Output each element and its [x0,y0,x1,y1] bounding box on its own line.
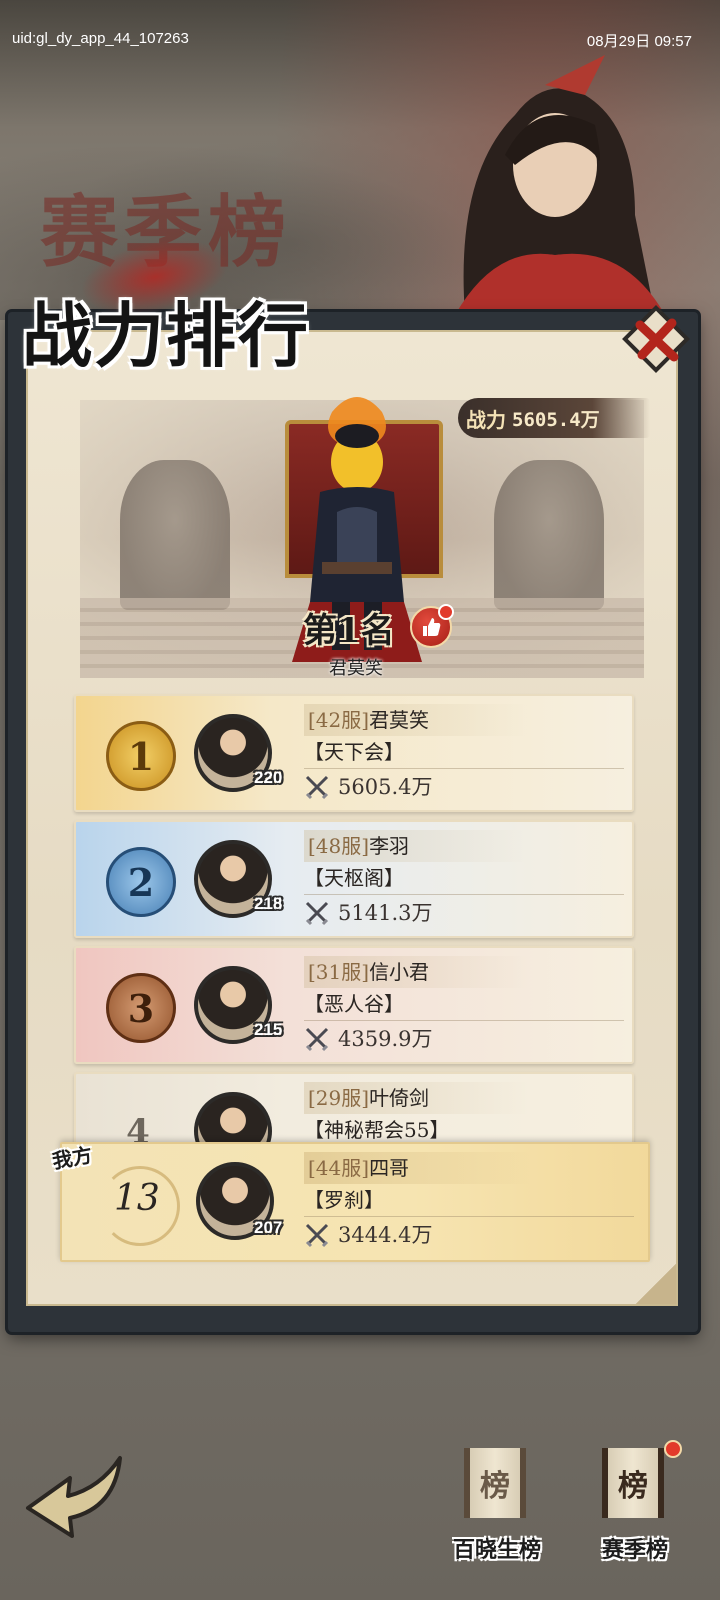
heroine-illustration [455,55,665,315]
rank-medal-gold: 1 [106,721,176,791]
player-name-line: [44服]四哥 [304,1152,634,1184]
guild-name: 【恶人谷】 [304,988,624,1021]
rank-medal-bronze: 3 [106,973,176,1043]
guild-name: 【神秘帮会55】 [304,1114,624,1144]
ranking-row-3[interactable]: 3 215 [31服]信小君 【恶人谷】 4359.9万 [74,946,634,1064]
player-name-line: [48服]李羽 [304,830,624,862]
rank-number: 4 [126,1112,150,1144]
player-name: 李羽 [369,834,410,858]
server-tag: [48服] [308,834,370,858]
thumbs-up-icon [423,618,441,636]
power-value: 5605.4万 [512,408,600,431]
server-tag: [29服] [308,1086,370,1110]
player-level: 220 [254,768,283,787]
ranking-row-1[interactable]: 1 220 [42服]君莫笑 【天下会】 5605.4万 [74,694,634,812]
uid-label: uid:gl_dy_app_44_107263 [12,30,189,47]
rank-medal-silver: 2 [106,847,176,917]
guild-name: 【天枢阁】 [304,862,624,895]
champion-rank-tag: 第1名 [303,611,395,651]
power-value: 5605.4万 [338,775,433,799]
my-ranking-row[interactable]: 我方 13 207 [44服]四哥 【罗刹】 3444.4万 [50,1142,650,1262]
power-value: 3444.4万 [338,1223,433,1247]
like-button[interactable] [410,604,454,648]
player-level: 218 [254,894,283,913]
power-value: 5141.3万 [338,901,433,925]
page-title: 战力排行 [22,294,310,377]
player-name-line: [29服]叶倚剑 [304,1082,624,1114]
tab-label: 百晓生榜 [452,1537,541,1563]
stone-lion-right [494,460,604,610]
power-value: 4359.9万 [338,1027,433,1051]
server-tag: [31服] [308,960,370,984]
ranking-row-4[interactable]: 4 [29服]叶倚剑 【神秘帮会55】 [74,1072,634,1144]
tab-label: 赛季榜 [601,1537,668,1563]
player-name: 叶倚剑 [369,1086,430,1110]
status-time: 08月29日 09:57 [586,33,692,50]
guild-name: 【天下会】 [304,736,624,769]
server-tag: [42服] [308,708,370,732]
tab-season-rank[interactable]: 榜 赛季榜 [580,1440,690,1580]
power-label: 战力 [466,407,506,432]
notification-dot [438,604,454,620]
champion-name: 君莫笑 [329,658,383,679]
close-button[interactable] [620,303,692,375]
stone-lion-left [120,460,230,610]
my-rank-number: 13 [114,1178,160,1219]
player-name: 君莫笑 [369,708,430,732]
ranking-row-2[interactable]: 2 218 [48服]李羽 【天枢阁】 5141.3万 [74,820,634,938]
player-name-line: [42服]君莫笑 [304,704,624,736]
guild-name: 【罗刹】 [304,1184,634,1217]
player-name: 信小君 [369,960,430,984]
player-name: 四哥 [369,1156,410,1180]
crossed-swords-icon [305,1027,329,1052]
back-button[interactable] [20,1448,130,1538]
player-name-line: [31服]信小君 [304,956,624,988]
top-power-badge: 战力 5605.4万 [458,398,650,438]
crossed-swords-icon [305,775,329,800]
scroll-icon: 榜 [464,1448,526,1518]
tab-baixiaosheng-rank[interactable]: 榜 百晓生榜 [442,1440,552,1580]
crossed-swords-icon [305,1223,329,1248]
server-tag: [44服] [308,1156,370,1180]
player-level: 215 [254,1020,283,1039]
avatar [194,1092,272,1144]
my-side-tag: 我方 [50,1142,95,1174]
crossed-swords-icon [305,901,329,926]
notification-dot [664,1440,682,1458]
scroll-icon: 榜 [602,1448,664,1518]
player-level: 207 [254,1218,283,1237]
